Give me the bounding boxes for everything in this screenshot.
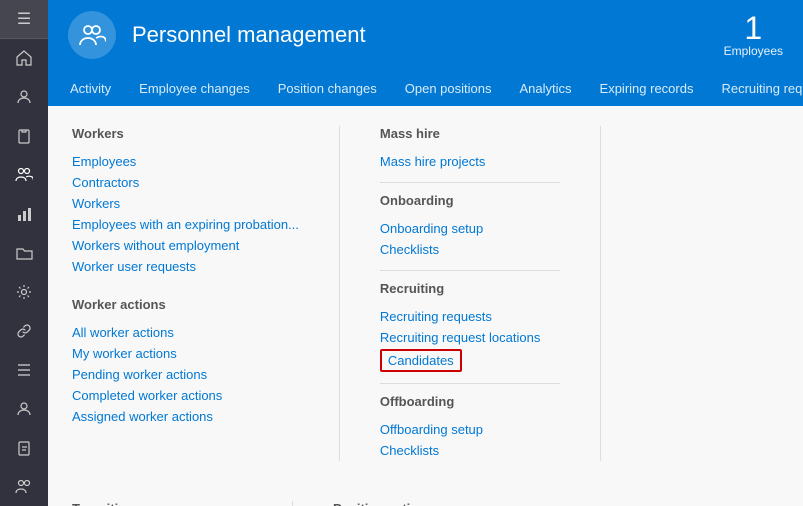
link-contractors[interactable]: Contractors [72,172,299,193]
nav-employee-changes[interactable]: Employee changes [127,75,262,102]
mass-hire-title: Mass hire [380,126,560,141]
link-completed-worker-actions[interactable]: Completed worker actions [72,385,299,406]
link-icon[interactable] [0,311,48,350]
sidebar: ☰ [0,0,48,506]
link-mass-hire-projects[interactable]: Mass hire projects [380,151,560,172]
transitions-column: Transitions Transitions setup Checklists… [72,501,252,506]
position-actions-column: Position actions All position actions My… [333,501,513,506]
navigation-bar: Activity Employee changes Position chang… [48,70,803,106]
main-content: Personnel management 1 Employees Activit… [48,0,803,506]
offboarding-title: Offboarding [380,394,560,409]
header-left: Personnel management [68,11,366,59]
people-icon[interactable] [0,156,48,195]
home-icon[interactable] [0,39,48,78]
folder-icon[interactable] [0,234,48,273]
nav-analytics[interactable]: Analytics [508,75,584,102]
chart-icon[interactable] [0,195,48,234]
link-candidates[interactable]: Candidates [380,349,462,372]
position-actions-title: Position actions [333,501,513,506]
link-recruiting-requests[interactable]: Recruiting requests [380,306,560,327]
divider-recruiting [380,383,560,384]
hiring-column: Mass hire Mass hire projects Onboarding … [380,126,560,461]
link-worker-user-requests[interactable]: Worker user requests [72,256,299,277]
hamburger-menu-icon[interactable]: ☰ [0,0,48,39]
link-my-worker-actions[interactable]: My worker actions [72,343,299,364]
clipboard-icon[interactable] [0,117,48,156]
list-icon[interactable] [0,350,48,389]
nav-position-changes[interactable]: Position changes [266,75,389,102]
nav-recruiting-requests[interactable]: Recruiting requests [709,75,803,102]
worker-actions-title: Worker actions [72,297,299,312]
divider-1 [339,126,340,461]
user2-icon[interactable] [0,389,48,428]
employee-count: 1 [724,12,783,44]
links-grid: Workers Employees Contractors Workers Em… [72,126,779,506]
divider-2 [600,126,601,461]
nav-expiring-records[interactable]: Expiring records [588,75,706,102]
divider-mass-hire [380,182,560,183]
links-content: Workers Employees Contractors Workers Em… [48,106,803,506]
gear-icon[interactable] [0,273,48,312]
link-offboarding-setup[interactable]: Offboarding setup [380,419,560,440]
module-icon [68,11,116,59]
link-offboarding-checklists[interactable]: Checklists [380,440,560,461]
transitions-title: Transitions [72,501,252,506]
clipboard2-icon[interactable] [0,428,48,467]
workers-section-title: Workers [72,126,299,141]
link-assigned-worker-actions[interactable]: Assigned worker actions [72,406,299,427]
link-onboarding-checklists[interactable]: Checklists [380,239,560,260]
nav-activity[interactable]: Activity [58,75,123,102]
divider-onboarding [380,270,560,271]
employee-count-widget: 1 Employees [724,12,783,58]
recruiting-title: Recruiting [380,281,560,296]
link-recruiting-request-locations[interactable]: Recruiting request locations [380,327,560,348]
onboarding-title: Onboarding [380,193,560,208]
page-title: Personnel management [132,22,366,48]
divider-3 [292,501,293,506]
page-header: Personnel management 1 Employees [48,0,803,70]
person-icon[interactable] [0,78,48,117]
people2-icon[interactable] [0,467,48,506]
link-workers[interactable]: Workers [72,193,299,214]
link-all-worker-actions[interactable]: All worker actions [72,322,299,343]
nav-open-positions[interactable]: Open positions [393,75,504,102]
link-employees[interactable]: Employees [72,151,299,172]
link-workers-no-employment[interactable]: Workers without employment [72,235,299,256]
link-onboarding-setup[interactable]: Onboarding setup [380,218,560,239]
link-pending-worker-actions[interactable]: Pending worker actions [72,364,299,385]
link-employees-expiring[interactable]: Employees with an expiring probation... [72,214,299,235]
workers-column: Workers Employees Contractors Workers Em… [72,126,299,461]
employee-count-label: Employees [724,44,783,58]
